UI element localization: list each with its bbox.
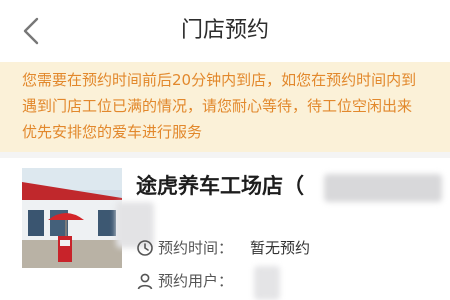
notice-text-line-3: 优先安排您的爱车进行服务 [22, 123, 203, 141]
store-photo [22, 168, 122, 268]
redacted-store-name [324, 174, 442, 202]
appointment-time-value: 暂无预约 [250, 239, 311, 257]
redacted-user-value [254, 266, 280, 300]
clock-icon [137, 240, 153, 256]
appointment-card[interactable]: 途虎养车工场店（ 预约时间： 暂无预约 预约用户： [0, 158, 450, 300]
notice-text-line-2: 遇到门店工位已满的情况，请您耐心等待，待工位空闲出来 [22, 97, 413, 115]
top-bar: 门店预约 [0, 0, 450, 62]
appointment-time-label: 预约时间： [158, 239, 234, 257]
user-icon [137, 273, 153, 290]
notice-banner: 您需要在预约时间前后20分钟内到店，如您在预约时间内到 遇到门店工位已满的情况，… [0, 62, 450, 152]
page-title: 门店预约 [180, 18, 269, 43]
appointment-user-label: 预约用户： [158, 272, 234, 290]
notice-text-line-1: 您需要在预约时间前后20分钟内到店，如您在预约时间内到 [22, 71, 417, 89]
store-name: 途虎养车工场店（ [136, 174, 304, 198]
